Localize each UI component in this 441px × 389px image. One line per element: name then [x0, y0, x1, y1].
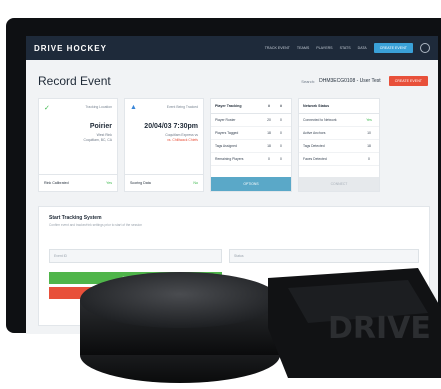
- rink-name: Poirier: [89, 123, 112, 130]
- card-footer: Scoring Data No: [125, 174, 203, 191]
- card-label: Tracking Location: [85, 105, 112, 109]
- stick-grip-image: DRIVE: [268, 268, 441, 378]
- connect-button[interactable]: CONNECT: [299, 177, 379, 191]
- table-row: Tags Assigned 18 0: [211, 140, 291, 153]
- nav-item-teams[interactable]: TEAMS: [297, 46, 309, 50]
- card-footer: Rink Calibrated Yes: [39, 174, 117, 191]
- table-row: Player Roster 20 0: [211, 114, 291, 127]
- card-label: Event Being Tracked: [166, 105, 198, 109]
- nav-item-data[interactable]: DATA: [358, 46, 367, 50]
- table-row: Tags Detected 18: [299, 140, 379, 153]
- foot-value: Yes: [106, 181, 112, 185]
- foot-label: Scoring Data: [130, 181, 151, 185]
- foot-value: No: [193, 181, 198, 185]
- event-datetime: 20/04/03 7:30pm: [144, 123, 198, 130]
- search-value[interactable]: DHM3ECG0108 - User Test: [319, 78, 381, 84]
- brand-logo[interactable]: DRIVE HOCKEY: [34, 44, 107, 53]
- event-line1: Coquitlam Express vs: [165, 133, 198, 137]
- event-line2: vs. Chilliwack Chiefs: [167, 138, 198, 142]
- nav-item-stats[interactable]: STATS: [340, 46, 351, 50]
- table-row: Remaining Players 0 0: [211, 153, 291, 166]
- panel-subtitle: Confirm event and tracker/rink settings …: [49, 223, 143, 227]
- network-status-table: Network Status Connected to Network Yes A…: [298, 98, 380, 192]
- page-title: Record Event: [38, 74, 111, 88]
- top-nav: TRACK EVENT TEAMS PLAYERS STATS DATA CRE…: [265, 43, 430, 53]
- rink-line2: Coquitlam, BC, CA: [83, 138, 112, 142]
- table-row: Faces Detected 0: [299, 153, 379, 166]
- header-create-event-button[interactable]: CREATE EVENT: [373, 43, 413, 53]
- rink-line1: West Rink: [96, 133, 112, 137]
- table-row: Active Anchors 10: [299, 127, 379, 140]
- settings-icon[interactable]: [420, 43, 430, 53]
- options-button[interactable]: OPTIONS: [211, 177, 291, 191]
- player-tracking-table: Player Tracking # # Player Roster 20 0 Pla…: [210, 98, 292, 192]
- status-cards: ✓ Tracking Location Poirier West Rink Co…: [26, 94, 438, 192]
- nav-item-players[interactable]: PLAYERS: [316, 46, 332, 50]
- table-header: Player Tracking # #: [211, 99, 291, 114]
- tracking-location-card: ✓ Tracking Location Poirier West Rink Co…: [38, 98, 118, 192]
- event-card: ▲ Event Being Tracked 20/04/03 7:30pm Co…: [124, 98, 204, 192]
- panel-title: Start Tracking System: [49, 215, 102, 221]
- create-event-button[interactable]: CREATE EVENT: [388, 76, 428, 86]
- nav-item-track-event[interactable]: TRACK EVENT: [265, 46, 290, 50]
- check-icon: ✓: [44, 105, 50, 112]
- app-header: DRIVE HOCKEY TRACK EVENT TEAMS PLAYERS S…: [26, 36, 438, 60]
- stick-logo-text: DRIVE: [328, 311, 431, 346]
- table-row: Connected to Network Yes: [299, 114, 379, 127]
- table-row: Players Tagged 18 0: [211, 127, 291, 140]
- table-header: Network Status: [299, 99, 379, 114]
- warning-icon: ▲: [130, 104, 137, 111]
- foot-label: Rink Calibrated: [44, 181, 69, 185]
- title-row: Record Event Search: DHM3ECG0108 - User …: [26, 60, 438, 94]
- search-label: Search:: [301, 78, 316, 84]
